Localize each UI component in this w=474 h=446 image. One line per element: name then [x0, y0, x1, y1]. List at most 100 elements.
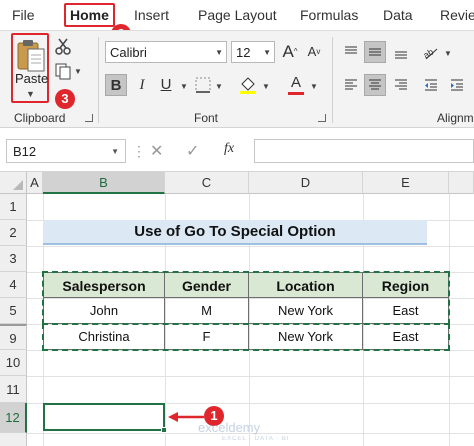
- table-cell[interactable]: Christina: [43, 324, 165, 350]
- font-color-button[interactable]: A: [285, 72, 307, 94]
- svg-text:ab: ab: [422, 47, 435, 61]
- increase-indent-button[interactable]: [446, 74, 468, 96]
- column-header-c[interactable]: C: [165, 172, 249, 194]
- shrink-font-button[interactable]: Av: [303, 41, 325, 63]
- table-cell[interactable]: East: [363, 298, 449, 324]
- font-color-dropdown-icon[interactable]: ▼: [310, 82, 318, 91]
- tab-formulas[interactable]: Formulas: [300, 7, 358, 23]
- tab-home[interactable]: Home: [64, 3, 115, 27]
- align-right-button[interactable]: [390, 74, 412, 96]
- borders-dropdown-icon[interactable]: ▼: [215, 82, 223, 91]
- name-box[interactable]: B12 ▼: [6, 139, 126, 163]
- row-header-11[interactable]: 11: [0, 376, 27, 403]
- align-bottom-button[interactable]: [390, 41, 412, 63]
- watermark: exceldemy: [198, 420, 261, 435]
- bold-button[interactable]: B: [105, 74, 127, 96]
- formula-input[interactable]: [254, 139, 474, 163]
- table-cell[interactable]: M: [165, 298, 249, 324]
- tab-page-layout[interactable]: Page Layout: [198, 7, 277, 23]
- align-top-button[interactable]: [340, 41, 362, 63]
- ribbon-tab-bar: File Home Insert Page Layout Formulas Da…: [0, 0, 474, 44]
- chevron-down-icon: ▼: [111, 147, 119, 156]
- tab-file[interactable]: File: [12, 7, 35, 23]
- chevron-down-icon: ▼: [263, 48, 271, 57]
- name-box-value: B12: [13, 144, 37, 159]
- row-header-10[interactable]: 10: [0, 350, 27, 376]
- cancel-icon[interactable]: ✕: [150, 141, 163, 161]
- callout-badge-3: 3: [55, 89, 75, 109]
- table-cell[interactable]: John: [43, 298, 165, 324]
- fill-color-icon[interactable]: [238, 75, 258, 95]
- table-header-cell[interactable]: Salesperson: [43, 272, 165, 298]
- table-cell[interactable]: New York: [249, 298, 363, 324]
- underline-button[interactable]: U: [155, 74, 177, 96]
- column-header-f[interactable]: [449, 172, 474, 194]
- chevron-down-icon: ▼: [215, 48, 223, 57]
- font-name-select[interactable]: Calibri ▼: [105, 41, 227, 63]
- increase-indent-icon: [451, 79, 463, 91]
- font-size-select[interactable]: 12 ▼: [231, 41, 275, 63]
- ribbon-home: Paste ▼ 3 ▼ Clipboard Calibri ▼ 12 ▼ A^ …: [0, 30, 474, 128]
- row-header-12[interactable]: 12: [0, 403, 27, 433]
- table-cell[interactable]: New York: [249, 324, 363, 350]
- gridline: [449, 194, 450, 446]
- table-header-cell[interactable]: Location: [249, 272, 363, 298]
- orientation-icon: ab: [422, 47, 438, 61]
- paste-label: Paste: [15, 71, 49, 86]
- paste-button[interactable]: Paste ▼: [11, 33, 49, 103]
- watermark-subtitle: EXCEL · DATA · BI: [222, 436, 290, 442]
- tab-insert[interactable]: Insert: [134, 7, 169, 23]
- worksheet-grid[interactable]: A B C D E 1 2 3 4 5 9 10 11 12 Use of Go…: [0, 172, 474, 446]
- clipboard-launcher-icon[interactable]: [85, 114, 93, 122]
- row-header-2[interactable]: 2: [0, 220, 27, 246]
- grow-font-button[interactable]: A^: [279, 41, 301, 63]
- font-color-icon: A: [290, 74, 301, 91]
- sheet-title[interactable]: Use of Go To Special Option: [43, 220, 427, 245]
- align-middle-button[interactable]: [364, 41, 386, 63]
- row-header-next[interactable]: [0, 433, 27, 446]
- fill-color-dropdown-icon[interactable]: ▼: [262, 82, 270, 91]
- active-cell[interactable]: [43, 403, 165, 431]
- tab-data[interactable]: Data: [383, 7, 413, 23]
- column-header-d[interactable]: D: [249, 172, 363, 194]
- select-all-button[interactable]: [0, 172, 27, 194]
- borders-icon[interactable]: [194, 76, 212, 94]
- cut-icon[interactable]: [54, 37, 72, 55]
- align-center-button[interactable]: [364, 74, 386, 96]
- column-header-b[interactable]: B: [43, 172, 165, 194]
- column-header-a[interactable]: A: [27, 172, 43, 194]
- copy-icon[interactable]: [54, 62, 72, 80]
- italic-button[interactable]: I: [131, 74, 153, 96]
- font-size-value: 12: [236, 45, 251, 60]
- formula-bar-grip-icon: ⋮: [132, 143, 146, 159]
- align-bottom-icon: [395, 51, 407, 59]
- table-header-cell[interactable]: Region: [363, 272, 449, 298]
- gridline: [27, 246, 474, 247]
- table-header-cell[interactable]: Gender: [165, 272, 249, 298]
- insert-function-icon[interactable]: fx: [224, 141, 234, 157]
- row-header-9[interactable]: 9: [0, 324, 27, 350]
- orientation-button[interactable]: ab: [420, 41, 442, 63]
- grow-font-icon: A: [282, 42, 294, 61]
- orientation-dropdown-icon[interactable]: ▼: [444, 49, 452, 58]
- fill-handle[interactable]: [161, 427, 167, 433]
- gridline: [27, 350, 474, 351]
- column-header-e[interactable]: E: [363, 172, 449, 194]
- table-cell[interactable]: F: [165, 324, 249, 350]
- decrease-indent-button[interactable]: [420, 74, 442, 96]
- chevron-down-icon[interactable]: ▼: [26, 89, 35, 99]
- clipboard-group-label: Clipboard: [14, 111, 66, 125]
- tab-review[interactable]: Revie: [440, 7, 474, 23]
- underline-dropdown-icon[interactable]: ▼: [180, 82, 188, 91]
- font-launcher-icon[interactable]: [318, 114, 326, 122]
- row-header-5[interactable]: 5: [0, 298, 27, 324]
- align-left-button[interactable]: [340, 74, 362, 96]
- row-header-4[interactable]: 4: [0, 272, 27, 298]
- row-header-3[interactable]: 3: [0, 246, 27, 272]
- row-header-1[interactable]: 1: [0, 194, 27, 220]
- copy-dropdown-icon[interactable]: ▼: [74, 67, 82, 76]
- paste-icon: [17, 40, 45, 72]
- select-all-icon: [13, 180, 23, 190]
- table-cell[interactable]: East: [363, 324, 449, 350]
- enter-icon[interactable]: ✓: [186, 141, 199, 161]
